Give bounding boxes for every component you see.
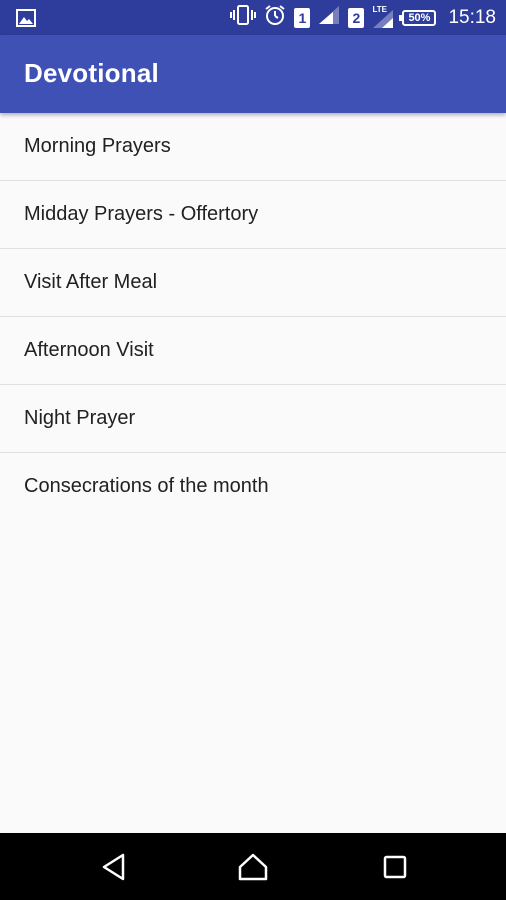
list-item-afternoon-visit[interactable]: Afternoon Visit xyxy=(0,317,506,385)
signal-strength-icon xyxy=(318,5,340,30)
list-item-label: Visit After Meal xyxy=(24,271,158,293)
list-item-visit-after-meal[interactable]: Visit After Meal xyxy=(0,249,506,317)
list-item-label: Morning Prayers xyxy=(24,135,171,157)
battery-icon: 50% xyxy=(399,9,437,26)
list-item-consecrations[interactable]: Consecrations of the month xyxy=(0,453,506,521)
back-icon[interactable] xyxy=(99,852,129,882)
list-item-label: Midday Prayers - Offertory xyxy=(24,203,259,225)
lte-signal-icon: LTE xyxy=(372,5,394,29)
vibrate-icon xyxy=(230,5,257,30)
navigation-bar xyxy=(0,833,506,900)
devotional-list: Morning Prayers Midday Prayers - Offerto… xyxy=(0,113,506,521)
alarm-icon xyxy=(264,4,286,31)
sim2-icon: 2 xyxy=(348,7,365,28)
sim1-icon: 1 xyxy=(294,7,311,28)
list-item-morning-prayers[interactable]: Morning Prayers xyxy=(0,113,506,181)
list-item-label: Afternoon Visit xyxy=(24,339,154,361)
status-bar: 1 2 LTE 50% 15:18 xyxy=(0,0,506,35)
gallery-notification-icon xyxy=(16,9,36,32)
list-item-label: Consecrations of the month xyxy=(24,475,269,497)
list-item-label: Night Prayer xyxy=(24,407,136,429)
recents-icon[interactable] xyxy=(380,852,410,882)
list-item-night-prayer[interactable]: Night Prayer xyxy=(0,385,506,453)
clock: 15:18 xyxy=(448,6,496,28)
list-item-midday-prayers[interactable]: Midday Prayers - Offertory xyxy=(0,181,506,249)
page-title: Devotional xyxy=(24,58,159,88)
app-bar: Devotional xyxy=(0,35,506,113)
battery-level: 50% xyxy=(408,11,431,24)
home-icon[interactable] xyxy=(238,852,268,882)
